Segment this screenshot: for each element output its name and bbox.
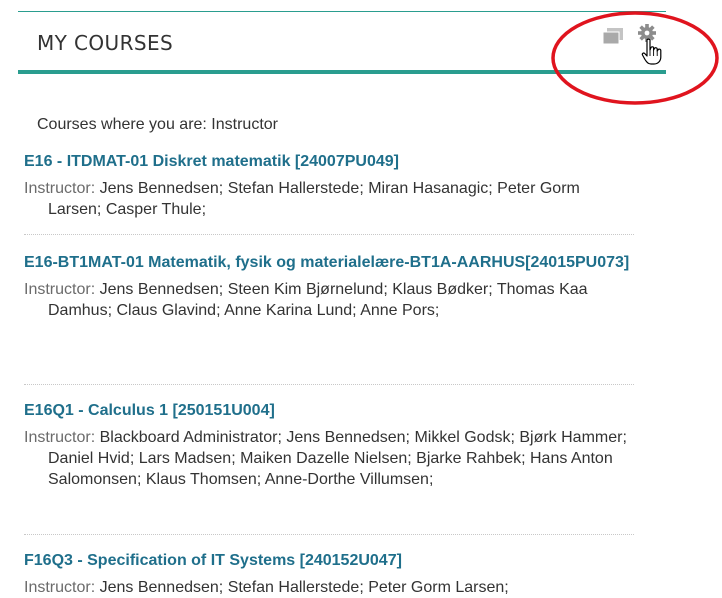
course-instructors: Instructor: Jens Bennedsen; Steen Kim Bj… [24, 279, 634, 321]
role-heading: Courses where you are: Instructor [37, 116, 278, 133]
course-link[interactable]: E16Q1 - Calculus 1 [250151U004] [24, 400, 634, 421]
course-instructors: Instructor: Blackboard Administrator; Je… [24, 427, 634, 490]
course-item: E16Q1 - Calculus 1 [250151U004] Instruct… [24, 400, 634, 490]
instructor-label: Instructor: [24, 180, 96, 197]
edit-courses-icon[interactable] [602, 27, 624, 45]
hand-pointer-icon [641, 38, 662, 65]
course-divider [24, 234, 634, 235]
course-item: E16 - ITDMAT-01 Diskret matematik [24007… [24, 151, 634, 220]
instructor-names: Jens Bennedsen; Steen Kim Bjørnelund; Kl… [48, 281, 588, 319]
highlight-ring [551, 11, 719, 105]
instructor-label: Instructor: [24, 579, 96, 596]
course-item: E16-BT1MAT-01 Matematik, fysik og materi… [24, 252, 634, 321]
instructor-names: Jens Bennedsen; Stefan Hallerstede; Mira… [48, 180, 580, 218]
module-title: MY COURSES [37, 31, 174, 55]
course-divider [24, 384, 634, 385]
course-divider [24, 534, 634, 535]
course-item: F16Q3 - Specification of IT Systems [240… [24, 550, 634, 598]
module-title-rule [18, 70, 666, 74]
course-instructors: Instructor: Jens Bennedsen; Stefan Halle… [24, 577, 634, 598]
course-link[interactable]: E16-BT1MAT-01 Matematik, fysik og materi… [24, 252, 634, 273]
instructor-label: Instructor: [24, 281, 96, 298]
course-link[interactable]: E16 - ITDMAT-01 Diskret matematik [24007… [24, 151, 634, 172]
instructor-names: Jens Bennedsen; Stefan Hallerstede; Pete… [99, 579, 509, 596]
instructor-names: Blackboard Administrator; Jens Bennedsen… [48, 429, 627, 488]
instructor-label: Instructor: [24, 429, 96, 446]
course-link[interactable]: F16Q3 - Specification of IT Systems [240… [24, 550, 634, 571]
module-top-rule [18, 11, 666, 12]
course-instructors: Instructor: Jens Bennedsen; Stefan Halle… [24, 178, 634, 220]
